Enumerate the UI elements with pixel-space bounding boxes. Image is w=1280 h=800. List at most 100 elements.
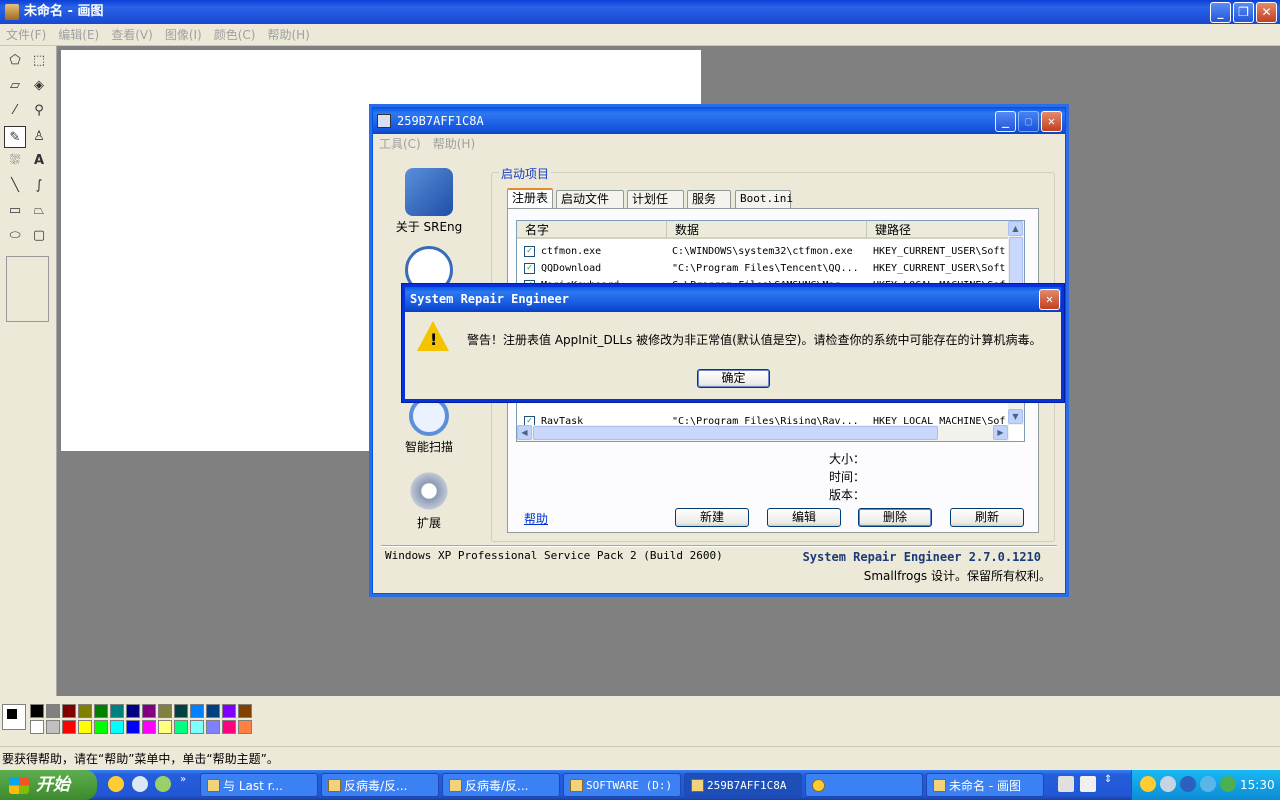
- network-tray-icon[interactable]: [1160, 776, 1176, 792]
- column-data[interactable]: 数据: [667, 221, 867, 239]
- palette-swatch[interactable]: [222, 704, 236, 718]
- tab-registry[interactable]: 注册表: [507, 188, 553, 209]
- scroll-left-icon[interactable]: ◀: [517, 425, 532, 440]
- sreng-menu-help[interactable]: 帮助(H): [427, 134, 481, 154]
- column-path[interactable]: 键路径: [867, 221, 1009, 239]
- delete-button[interactable]: 删除: [858, 508, 932, 527]
- palette-swatch[interactable]: [190, 720, 204, 734]
- list-horizontal-scrollbar[interactable]: ◀ ▶: [517, 425, 1009, 441]
- palette-swatch[interactable]: [142, 704, 156, 718]
- bluetooth-icon[interactable]: [1180, 776, 1196, 792]
- scroll-down-icon[interactable]: ▼: [1008, 409, 1023, 424]
- palette-swatch[interactable]: [158, 704, 172, 718]
- menu-file[interactable]: 文件(F): [0, 24, 52, 46]
- rounded-rect-icon[interactable]: ▢: [28, 225, 50, 247]
- eraser-icon[interactable]: ▱: [4, 75, 26, 97]
- sreng-close-button[interactable]: ✕: [1041, 111, 1062, 132]
- about-sreng-button[interactable]: 关于 SREng: [391, 168, 467, 235]
- hscroll-thumb[interactable]: [533, 426, 938, 440]
- magnifier-icon[interactable]: ⚲: [28, 100, 50, 122]
- ellipse-icon[interactable]: ⬭: [4, 225, 26, 247]
- task-antivirus-1[interactable]: 反病毒/反...: [321, 773, 439, 797]
- tab-boot-ini[interactable]: Boot.ini: [735, 190, 793, 208]
- extend-button[interactable]: 扩展: [391, 470, 467, 531]
- palette-swatch[interactable]: [78, 704, 92, 718]
- airbrush-icon[interactable]: ⛆: [4, 150, 26, 172]
- ok-button[interactable]: 确定: [697, 369, 770, 388]
- task-qq[interactable]: [805, 773, 923, 797]
- rectangle-icon[interactable]: ▭: [4, 200, 26, 222]
- palette-swatch[interactable]: [158, 720, 172, 734]
- task-antivirus-2[interactable]: 反病毒/反...: [442, 773, 560, 797]
- vscroll-thumb[interactable]: [1009, 237, 1023, 285]
- keyboard-icon[interactable]: [1058, 776, 1074, 792]
- palette-swatch[interactable]: [94, 720, 108, 734]
- task-sreng[interactable]: 259B7AFF1C8A: [684, 773, 802, 797]
- task-paint[interactable]: 未命名 - 画图: [926, 773, 1044, 797]
- color-picker-icon[interactable]: ⁄: [4, 100, 26, 122]
- palette-swatch[interactable]: [62, 704, 76, 718]
- text-icon[interactable]: A: [28, 150, 50, 172]
- palette-swatch[interactable]: [94, 704, 108, 718]
- close-button[interactable]: ✕: [1256, 2, 1277, 23]
- palette-swatch[interactable]: [238, 720, 252, 734]
- menu-view[interactable]: 查看(V): [105, 24, 159, 46]
- palette-swatch[interactable]: [46, 704, 60, 718]
- smart-scan-button[interactable]: 智能扫描: [391, 396, 467, 455]
- restore-button[interactable]: ❐: [1233, 2, 1254, 23]
- new-button[interactable]: 新建: [675, 508, 749, 527]
- palette-swatch[interactable]: [62, 720, 76, 734]
- free-select-icon[interactable]: ⬠: [4, 50, 26, 72]
- menu-help[interactable]: 帮助(H): [261, 24, 315, 46]
- palette-swatch[interactable]: [222, 720, 236, 734]
- row-checkbox[interactable]: ✓: [524, 246, 535, 257]
- palette-swatch[interactable]: [174, 720, 188, 734]
- search-quicklaunch-icon[interactable]: [155, 776, 171, 792]
- palette-swatch[interactable]: [110, 720, 124, 734]
- tray-expand-icon[interactable]: ⇕: [1104, 774, 1112, 785]
- qq-quicklaunch-icon[interactable]: [108, 776, 124, 792]
- help-link[interactable]: 帮助: [524, 510, 548, 527]
- fill-bucket-icon[interactable]: ◈: [28, 75, 50, 97]
- tab-startup-folder[interactable]: 启动文件夹: [556, 190, 624, 222]
- column-name[interactable]: 名字: [517, 221, 667, 239]
- menu-image[interactable]: 图像(I): [159, 24, 208, 46]
- palette-swatch[interactable]: [46, 720, 60, 734]
- clock[interactable]: 15:30: [1240, 770, 1275, 800]
- menu-colors[interactable]: 颜色(C): [208, 24, 262, 46]
- row-checkbox[interactable]: ✓: [524, 263, 535, 274]
- media-quicklaunch-icon[interactable]: [132, 776, 148, 792]
- palette-swatch[interactable]: [206, 720, 220, 734]
- scroll-right-icon[interactable]: ▶: [993, 425, 1008, 440]
- palette-swatch[interactable]: [78, 720, 92, 734]
- qq-tray-icon[interactable]: [1140, 776, 1156, 792]
- palette-swatch[interactable]: [206, 704, 220, 718]
- tool-options-box[interactable]: [6, 256, 49, 322]
- start-button[interactable]: 开始: [0, 770, 97, 800]
- minimize-button[interactable]: _: [1210, 2, 1231, 23]
- help-tray-icon[interactable]: [1080, 776, 1096, 792]
- current-colors[interactable]: [2, 704, 26, 730]
- quicklaunch-more-icon[interactable]: »: [180, 774, 186, 785]
- rect-select-icon[interactable]: ⬚: [28, 50, 50, 72]
- brush-icon[interactable]: ♙: [28, 126, 50, 148]
- pencil-icon[interactable]: ✎: [4, 126, 26, 148]
- palette-swatch[interactable]: [174, 704, 188, 718]
- antivirus-tray-icon[interactable]: [1200, 776, 1216, 792]
- tab-scheduled-tasks[interactable]: 计划任务: [627, 190, 684, 222]
- palette-swatch[interactable]: [126, 704, 140, 718]
- palette-swatch[interactable]: [110, 704, 124, 718]
- palette-swatch[interactable]: [30, 720, 44, 734]
- sreng-minimize-button[interactable]: _: [995, 111, 1016, 132]
- line-icon[interactable]: ╲: [4, 175, 26, 197]
- sreng-menu-tools[interactable]: 工具(C): [373, 134, 427, 154]
- curve-icon[interactable]: ∫: [28, 175, 50, 197]
- palette-swatch[interactable]: [142, 720, 156, 734]
- refresh-button[interactable]: 刷新: [950, 508, 1024, 527]
- table-row[interactable]: ✓ ctfmon.exe C:\WINDOWS\system32\ctfmon.…: [517, 243, 1009, 260]
- palette-swatch[interactable]: [238, 704, 252, 718]
- edit-button[interactable]: 编辑: [767, 508, 841, 527]
- umbrella-tray-icon[interactable]: [1220, 776, 1236, 792]
- menu-edit[interactable]: 编辑(E): [52, 24, 105, 46]
- table-row[interactable]: ✓ QQDownload "C:\Program Files\Tencent\Q…: [517, 260, 1009, 277]
